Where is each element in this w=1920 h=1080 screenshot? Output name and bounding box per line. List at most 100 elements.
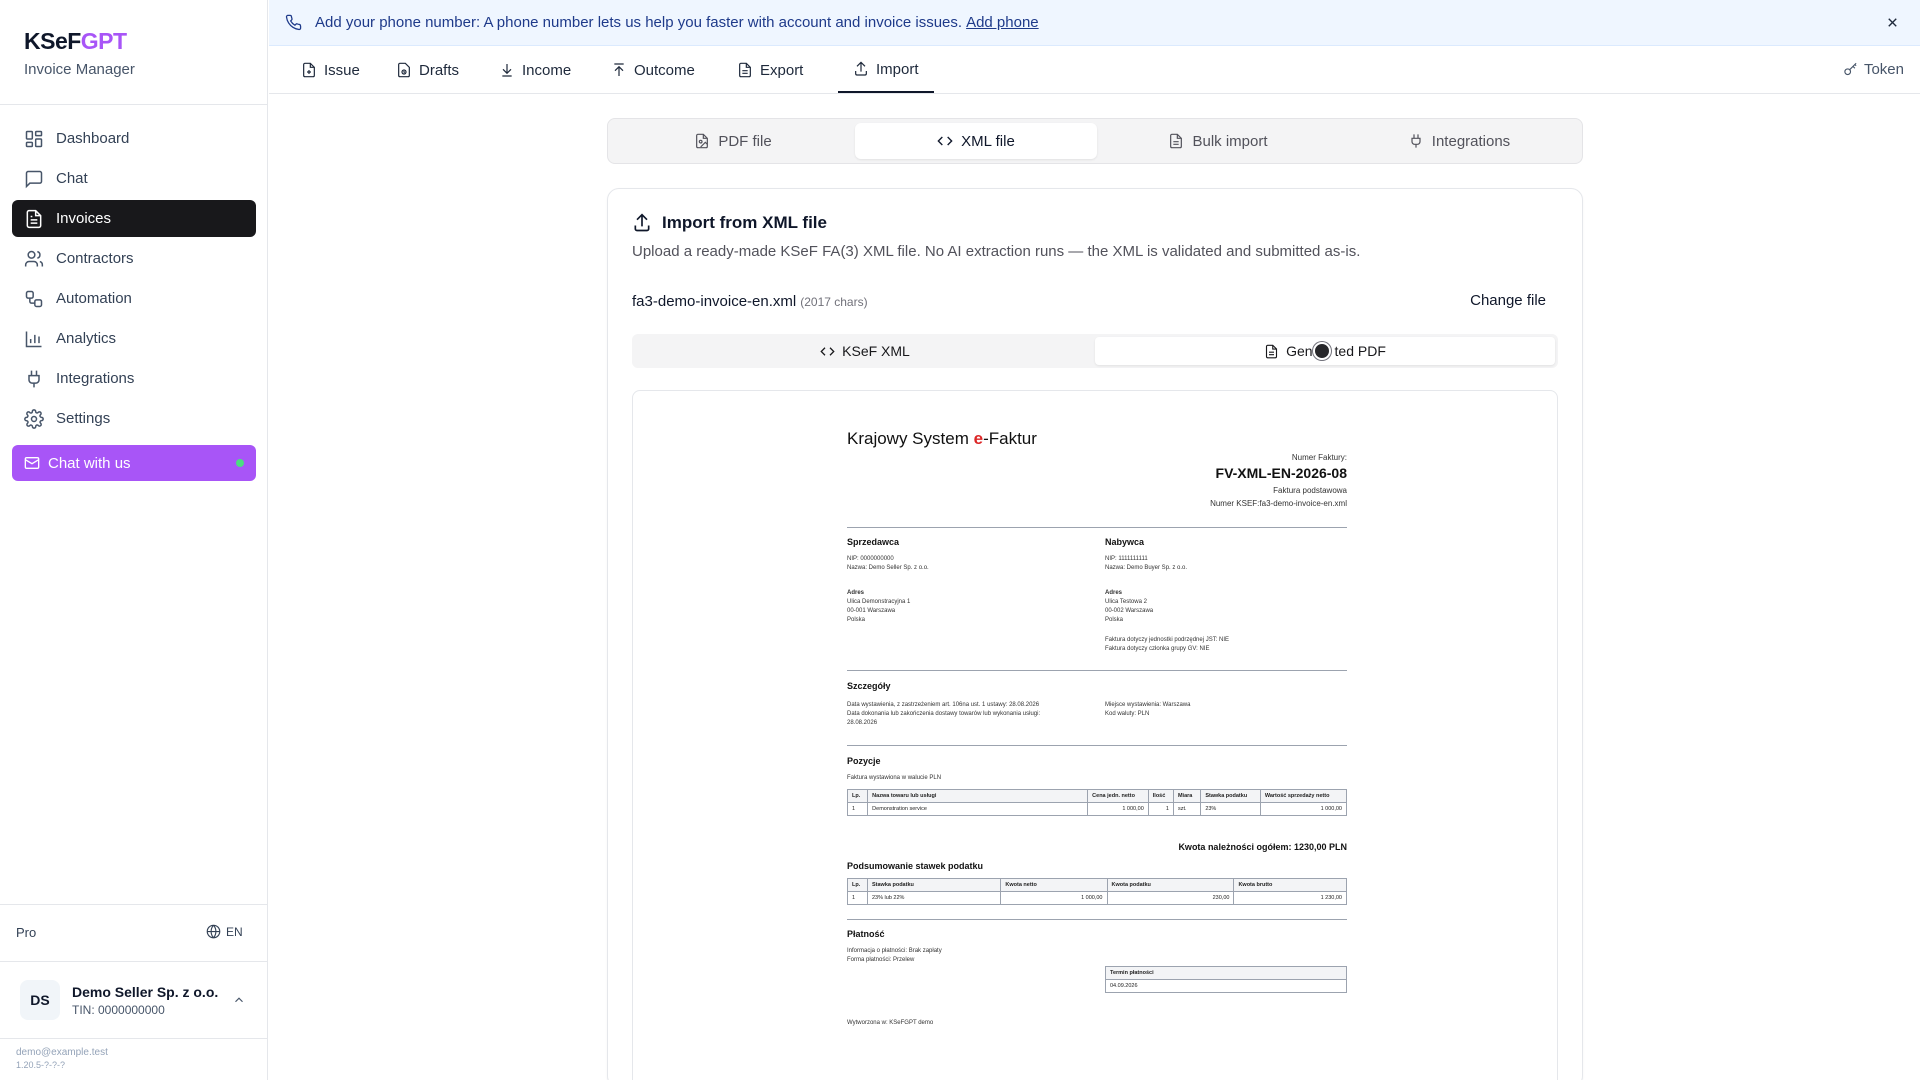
plug-icon (28, 370, 40, 387)
tab-outcome[interactable]: Outcome (611, 47, 695, 93)
chat-with-us-button[interactable]: Chat with us (12, 445, 256, 481)
tab-issue[interactable]: Issue (301, 47, 360, 93)
tab-label: KSeF XML (842, 343, 910, 359)
divider (847, 670, 1347, 671)
ksef-logo-title: Krajowy System e-Faktur (847, 429, 1037, 448)
tab-pdf-file[interactable]: PDF file (612, 123, 854, 159)
tab-label: Outcome (634, 61, 695, 79)
chat-with-us-label: Chat with us (48, 454, 131, 472)
pdf-preview[interactable]: Krajowy System e-Faktur Numer Faktury: F… (632, 390, 1558, 1080)
sidebar-item-analytics[interactable]: Analytics (12, 320, 256, 357)
tab-ksef-xml[interactable]: KSeF XML (635, 337, 1095, 365)
invoice-number-label: Numer Faktury: (1291, 453, 1347, 462)
tab-bulk-import[interactable]: Bulk import (1097, 123, 1339, 159)
brand-logo[interactable]: KSeFGPT (24, 28, 135, 55)
workflow-icon (25, 290, 43, 307)
payment-details: Informacja o płatności: Brak zapłaty For… (847, 948, 942, 963)
tab-label: Income (522, 61, 572, 79)
total-amount: Kwota należności ogółem: 1230,00 PLN (1178, 842, 1347, 852)
sidebar-item-label: Analytics (56, 330, 117, 347)
details-heading: Szczegóły (847, 681, 891, 691)
tab-label: Integrations (1431, 132, 1511, 150)
sidebar-item-label: Automation (56, 290, 132, 307)
import-type-tabs: PDF file XML file Bulk import Integratio… (607, 118, 1583, 164)
sidebar-item-integrations[interactable]: Integrations (12, 360, 256, 397)
divider (0, 104, 268, 105)
tax-summary-heading: Podsumowanie stawek podatku (847, 861, 984, 871)
buyer-address: Adres Ulica Testowa 2 00-002 Warszawa Po… (1105, 590, 1154, 623)
sidebar-item-automation[interactable]: Automation (12, 280, 256, 317)
sidebar-item-label: Integrations (56, 370, 135, 387)
details-dates: Data wystawienia, z zastrzeżeniem art. 1… (847, 702, 1041, 726)
sidebar-item-label: Dashboard (56, 130, 130, 147)
tab-label: Export (760, 61, 804, 79)
divider (0, 961, 268, 962)
tab-import[interactable]: Import (838, 47, 934, 93)
tab-label: Bulk import (1192, 132, 1268, 150)
online-status-dot (236, 459, 244, 467)
sidebar-item-invoices[interactable]: Invoices (12, 200, 256, 237)
buyer-heading: Nabywca (1105, 537, 1145, 547)
upload-icon (855, 61, 867, 76)
sidebar-item-label: Settings (56, 410, 111, 427)
card-description: Upload a ready-made KSeF FA(3) XML file.… (632, 243, 1361, 260)
divider (847, 527, 1347, 528)
seller-address: Adres Ulica Demonstracyjna 1 00-001 Wars… (847, 590, 911, 623)
items-currency-note: Faktura wystawiona w walucie PLN (847, 775, 942, 781)
tab-label: XML file (961, 132, 1015, 150)
sidebar: KSeFGPT Invoice Manager Dashboard Chat I… (0, 0, 268, 1080)
user-email: demo@example.test (16, 1047, 108, 1058)
items-heading: Pozycje (847, 756, 881, 766)
sidebar-item-chat[interactable]: Chat (12, 160, 256, 197)
ksef-number: Numer KSEF:fa3-demo-invoice-en.xml (1210, 499, 1347, 508)
file-char-count: (2017 chars) (800, 295, 868, 309)
buyer-details: NIP: 1111111111 Nazwa: Demo Buyer Sp. z … (1105, 556, 1188, 571)
brand: KSeFGPT Invoice Manager (24, 28, 135, 78)
sidebar-item-contractors[interactable]: Contractors (12, 240, 256, 277)
tab-export[interactable]: Export (737, 47, 803, 93)
add-phone-link[interactable]: Add phone (966, 14, 1039, 31)
account-switcher[interactable]: DS Demo Seller Sp. z o.o. TIN: 000000000… (10, 972, 258, 1028)
table-header-row: Termin płatności (1105, 966, 1347, 980)
gear-icon (24, 408, 44, 429)
tab-income[interactable]: Income (499, 47, 571, 93)
sidebar-item-settings[interactable]: Settings (12, 400, 256, 437)
table-row: 1 23% lub 22% 1 000,00 230,00 1 230,00 (847, 891, 1347, 905)
document-icon (26, 209, 42, 228)
tab-integrations[interactable]: Integrations (1338, 123, 1580, 159)
chat-icon (25, 170, 43, 188)
token-button[interactable]: Token (1843, 61, 1904, 78)
sidebar-item-dashboard[interactable]: Dashboard (12, 120, 256, 157)
items-table: Lp. Nazwa towaru lub usługi Cena jedn. n… (846, 789, 1348, 816)
globe-icon (206, 924, 221, 939)
phone-banner: Add your phone number: A phone number le… (269, 0, 1920, 46)
file-text-icon (739, 62, 751, 78)
sidebar-item-label: Invoices (56, 210, 112, 227)
code-icon (937, 136, 953, 146)
brand-subtitle: Invoice Manager (24, 61, 135, 78)
sidebar-nav: Dashboard Chat Invoices Contractors Auto… (12, 120, 256, 440)
bar-chart-icon (25, 331, 42, 347)
invoice-kind: Faktura podstawowa (1273, 486, 1347, 495)
divider (847, 745, 1347, 746)
close-icon[interactable] (1885, 15, 1900, 30)
upload-icon (614, 63, 624, 76)
tab-xml-file[interactable]: XML file (855, 123, 1097, 159)
selected-file: fa3-demo-invoice-en.xml (2017 chars) (632, 293, 868, 310)
key-icon (1844, 62, 1857, 76)
invoice-number: FV-XML-EN-2026-08 (1215, 465, 1347, 481)
file-name: fa3-demo-invoice-en.xml (632, 293, 797, 310)
divider (0, 1038, 268, 1039)
change-file-button[interactable]: Change file (1470, 292, 1546, 309)
token-label: Token (1863, 61, 1904, 78)
tab-label: Drafts (419, 61, 460, 79)
mouse-cursor (1313, 342, 1331, 360)
table-header-row: Lp. Stawka podatku Kwota netto Kwota pod… (847, 878, 1347, 892)
xml-import-card: Import from XML file Upload a ready-made… (607, 188, 1583, 1080)
mail-icon (24, 457, 40, 469)
sidebar-item-label: Contractors (56, 250, 134, 267)
language-switcher[interactable]: EN (206, 924, 243, 939)
file-plus-icon (303, 62, 315, 78)
tab-drafts[interactable]: Drafts (396, 47, 459, 93)
account-name: Demo Seller Sp. z o.o. (72, 983, 219, 1000)
